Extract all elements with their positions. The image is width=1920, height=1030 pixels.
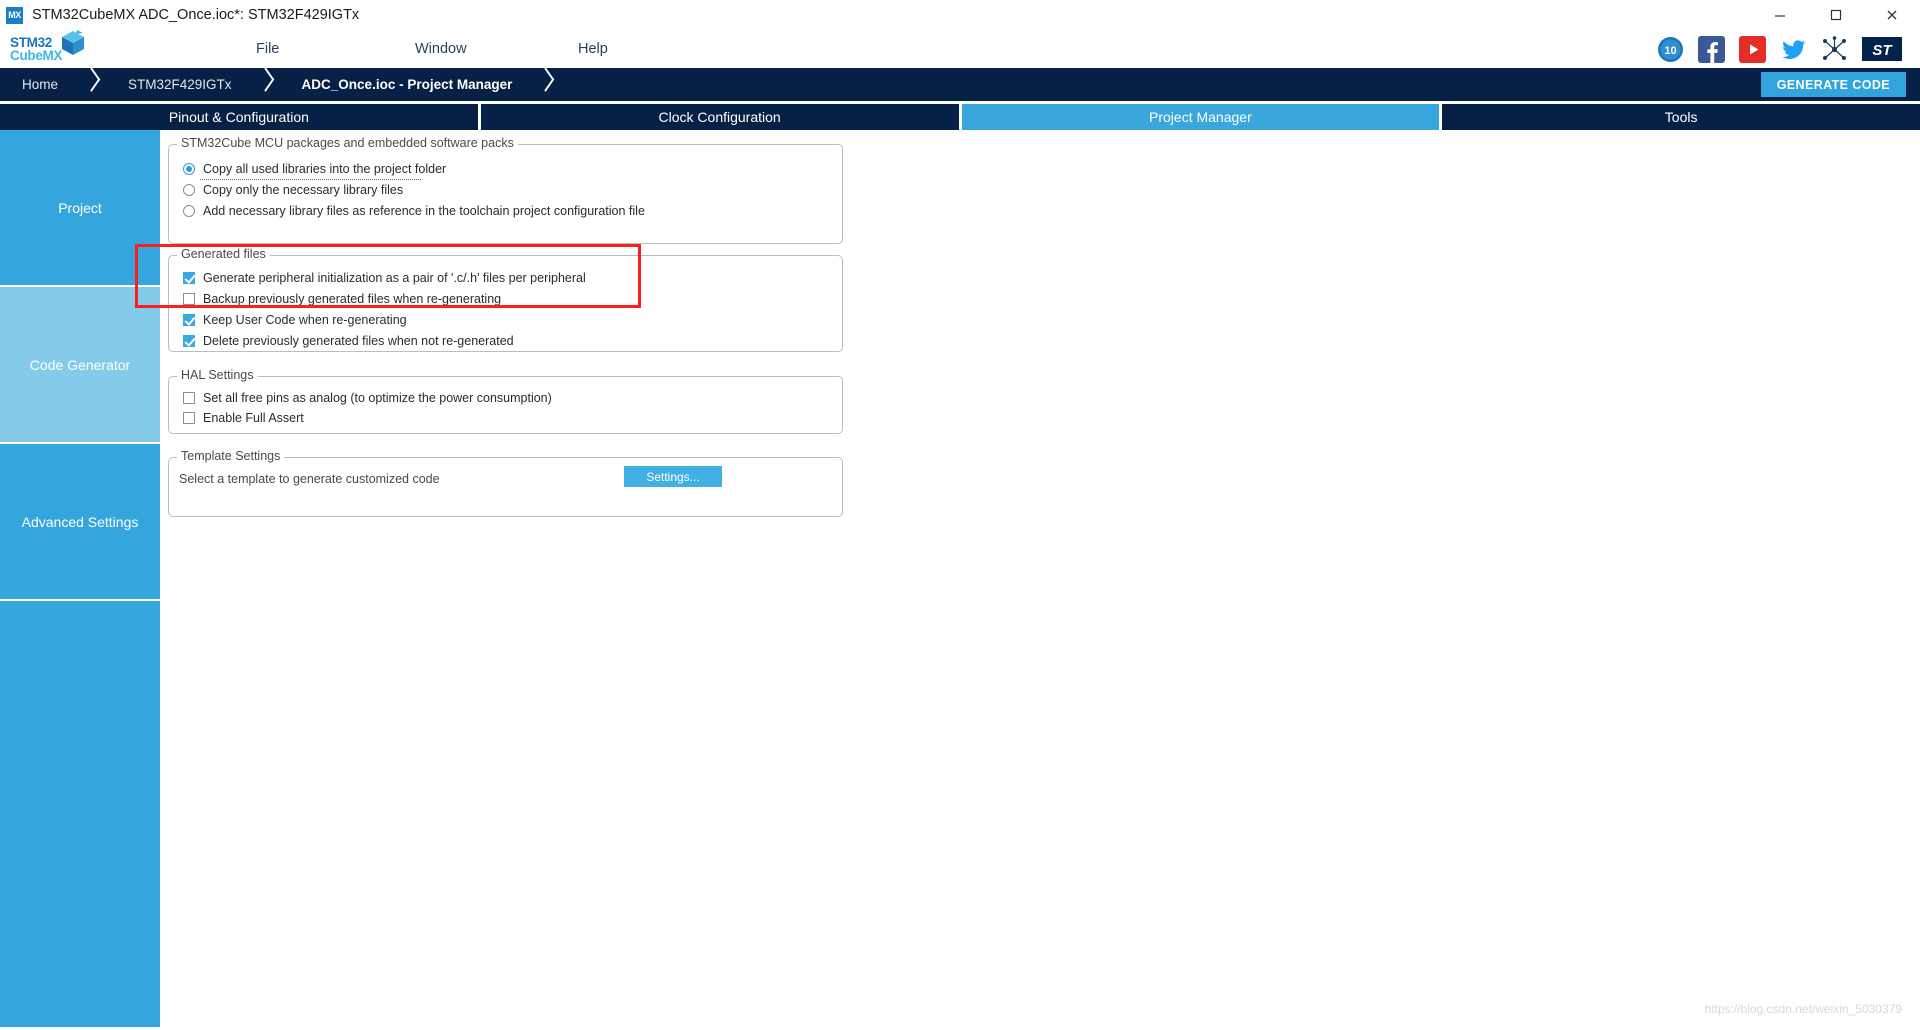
radio-copy-all-libraries-label: Copy all used libraries into the project… xyxy=(203,162,447,176)
stm32cubemx-logo: STM32 CubeMX xyxy=(8,26,92,70)
sidebar-item-project[interactable]: Project xyxy=(0,130,160,285)
radio-add-library-as-reference[interactable]: Add necessary library files as reference… xyxy=(183,204,645,218)
checkbox-indicator xyxy=(183,272,195,284)
maximize-button[interactable] xyxy=(1808,0,1864,30)
app-icon: MX xyxy=(6,6,23,24)
tab-clock-configuration[interactable]: Clock Configuration xyxy=(480,104,959,130)
breadcrumb-chevron-icon xyxy=(254,68,280,101)
checkbox-enable-full-assert-label: Enable Full Assert xyxy=(203,411,304,425)
template-settings-button[interactable]: Settings... xyxy=(624,466,722,487)
window-title-bar: MX STM32CubeMX ADC_Once.ioc*: STM32F429I… xyxy=(0,0,1920,30)
checkbox-backup-previously-generated[interactable]: Backup previously generated files when r… xyxy=(183,292,501,306)
sidebar-item-code-generator[interactable]: Code Generator xyxy=(0,287,160,442)
checkbox-indicator xyxy=(183,293,195,305)
window-title: STM32CubeMX ADC_Once.ioc*: STM32F429IGTx xyxy=(32,7,360,23)
group-mcu-packages: STM32Cube MCU packages and embedded soft… xyxy=(168,136,843,244)
breadcrumb-item-current[interactable]: ADC_Once.ioc - Project Manager xyxy=(280,68,535,101)
tab-project-manager[interactable]: Project Manager xyxy=(961,104,1440,130)
checkbox-generate-peripheral-init-pair-label: Generate peripheral initialization as a … xyxy=(203,271,586,285)
close-button[interactable] xyxy=(1864,0,1920,30)
template-description: Select a template to generate customized… xyxy=(179,472,440,486)
group-generated-files-legend: Generated files xyxy=(177,247,270,261)
radio-indicator xyxy=(183,184,195,196)
group-hal-settings: HAL Settings Set all free pins as analog… xyxy=(168,368,843,434)
tab-pinout-configuration[interactable]: Pinout & Configuration xyxy=(0,104,478,130)
menu-file[interactable]: File xyxy=(256,41,279,57)
radio-add-library-as-reference-label: Add necessary library files as reference… xyxy=(203,204,645,218)
checkbox-indicator xyxy=(183,412,195,424)
group-generated-files: Generated files Generate peripheral init… xyxy=(168,247,843,352)
group-hal-settings-legend: HAL Settings xyxy=(177,368,258,382)
breadcrumb-chevron-icon xyxy=(80,68,106,101)
radio-copy-necessary-library-files-label: Copy only the necessary library files xyxy=(203,183,404,197)
radio-copy-all-libraries[interactable]: Copy all used libraries into the project… xyxy=(183,162,446,176)
group-template-settings-legend: Template Settings xyxy=(177,449,285,463)
content-area: Project Code Generator Advanced Settings… xyxy=(0,130,1920,1030)
sidebar-filler xyxy=(0,601,160,1027)
code-generator-panel: STM32Cube MCU packages and embedded soft… xyxy=(160,130,1920,1021)
group-mcu-packages-legend: STM32Cube MCU packages and embedded soft… xyxy=(177,136,518,150)
minimize-button[interactable] xyxy=(1752,0,1808,30)
svg-text:10: 10 xyxy=(1664,45,1676,57)
checkbox-indicator xyxy=(183,335,195,347)
breadcrumb: Home STM32F429IGTx ADC_Once.ioc - Projec… xyxy=(0,68,1920,101)
project-manager-sidebar: Project Code Generator Advanced Settings xyxy=(0,130,160,1027)
focus-underline xyxy=(200,179,421,180)
svg-text:ST: ST xyxy=(1872,42,1893,59)
checkbox-indicator xyxy=(183,314,195,326)
generate-code-button[interactable]: GENERATE CODE xyxy=(1760,72,1906,97)
checkbox-keep-user-code-label: Keep User Code when re-generating xyxy=(203,313,407,327)
breadcrumb-item-mcu[interactable]: STM32F429IGTx xyxy=(106,68,254,101)
social-toolbar: 10 ST xyxy=(1657,30,1902,68)
radio-indicator xyxy=(183,205,195,217)
checkbox-delete-previously-generated[interactable]: Delete previously generated files when n… xyxy=(183,334,514,348)
watermark-text: https://blog.csdn.net/weixin_5030379 xyxy=(1704,1002,1902,1016)
sidebar-item-advanced-settings[interactable]: Advanced Settings xyxy=(0,444,160,599)
menu-help[interactable]: Help xyxy=(578,41,608,57)
checkbox-indicator xyxy=(183,392,195,404)
window-controls xyxy=(1752,0,1920,30)
cube-icon xyxy=(62,30,84,55)
menu-window[interactable]: Window xyxy=(415,41,467,57)
checkbox-enable-full-assert[interactable]: Enable Full Assert xyxy=(183,411,304,425)
group-template-settings: Template Settings Select a template to g… xyxy=(168,449,843,517)
twitter-icon[interactable] xyxy=(1780,36,1807,63)
youtube-icon[interactable] xyxy=(1739,35,1766,63)
radio-indicator xyxy=(183,163,195,175)
breadcrumb-item-home[interactable]: Home xyxy=(0,68,80,101)
menu-bar: STM32 CubeMX File Window Help 10 ST xyxy=(0,30,1920,68)
anniversary-badge-icon[interactable]: 10 xyxy=(1657,36,1684,63)
checkbox-delete-previously-generated-label: Delete previously generated files when n… xyxy=(203,334,514,348)
checkbox-set-free-pins-analog-label: Set all free pins as analog (to optimize… xyxy=(203,391,552,405)
checkbox-backup-previously-generated-label: Backup previously generated files when r… xyxy=(203,292,502,306)
st-logo-icon[interactable]: ST xyxy=(1862,36,1902,63)
radio-copy-necessary-library-files[interactable]: Copy only the necessary library files xyxy=(183,183,403,197)
logo-line-2: CubeMX xyxy=(10,48,63,63)
tab-tools[interactable]: Tools xyxy=(1442,104,1920,130)
checkbox-keep-user-code[interactable]: Keep User Code when re-generating xyxy=(183,313,407,327)
breadcrumb-chevron-icon xyxy=(534,68,560,101)
network-icon[interactable] xyxy=(1821,35,1848,63)
checkbox-set-free-pins-analog[interactable]: Set all free pins as analog (to optimize… xyxy=(183,391,552,405)
main-tab-bar: Pinout & Configuration Clock Configurati… xyxy=(0,101,1920,130)
checkbox-generate-peripheral-init-pair[interactable]: Generate peripheral initialization as a … xyxy=(183,271,586,285)
facebook-icon[interactable] xyxy=(1698,35,1725,63)
